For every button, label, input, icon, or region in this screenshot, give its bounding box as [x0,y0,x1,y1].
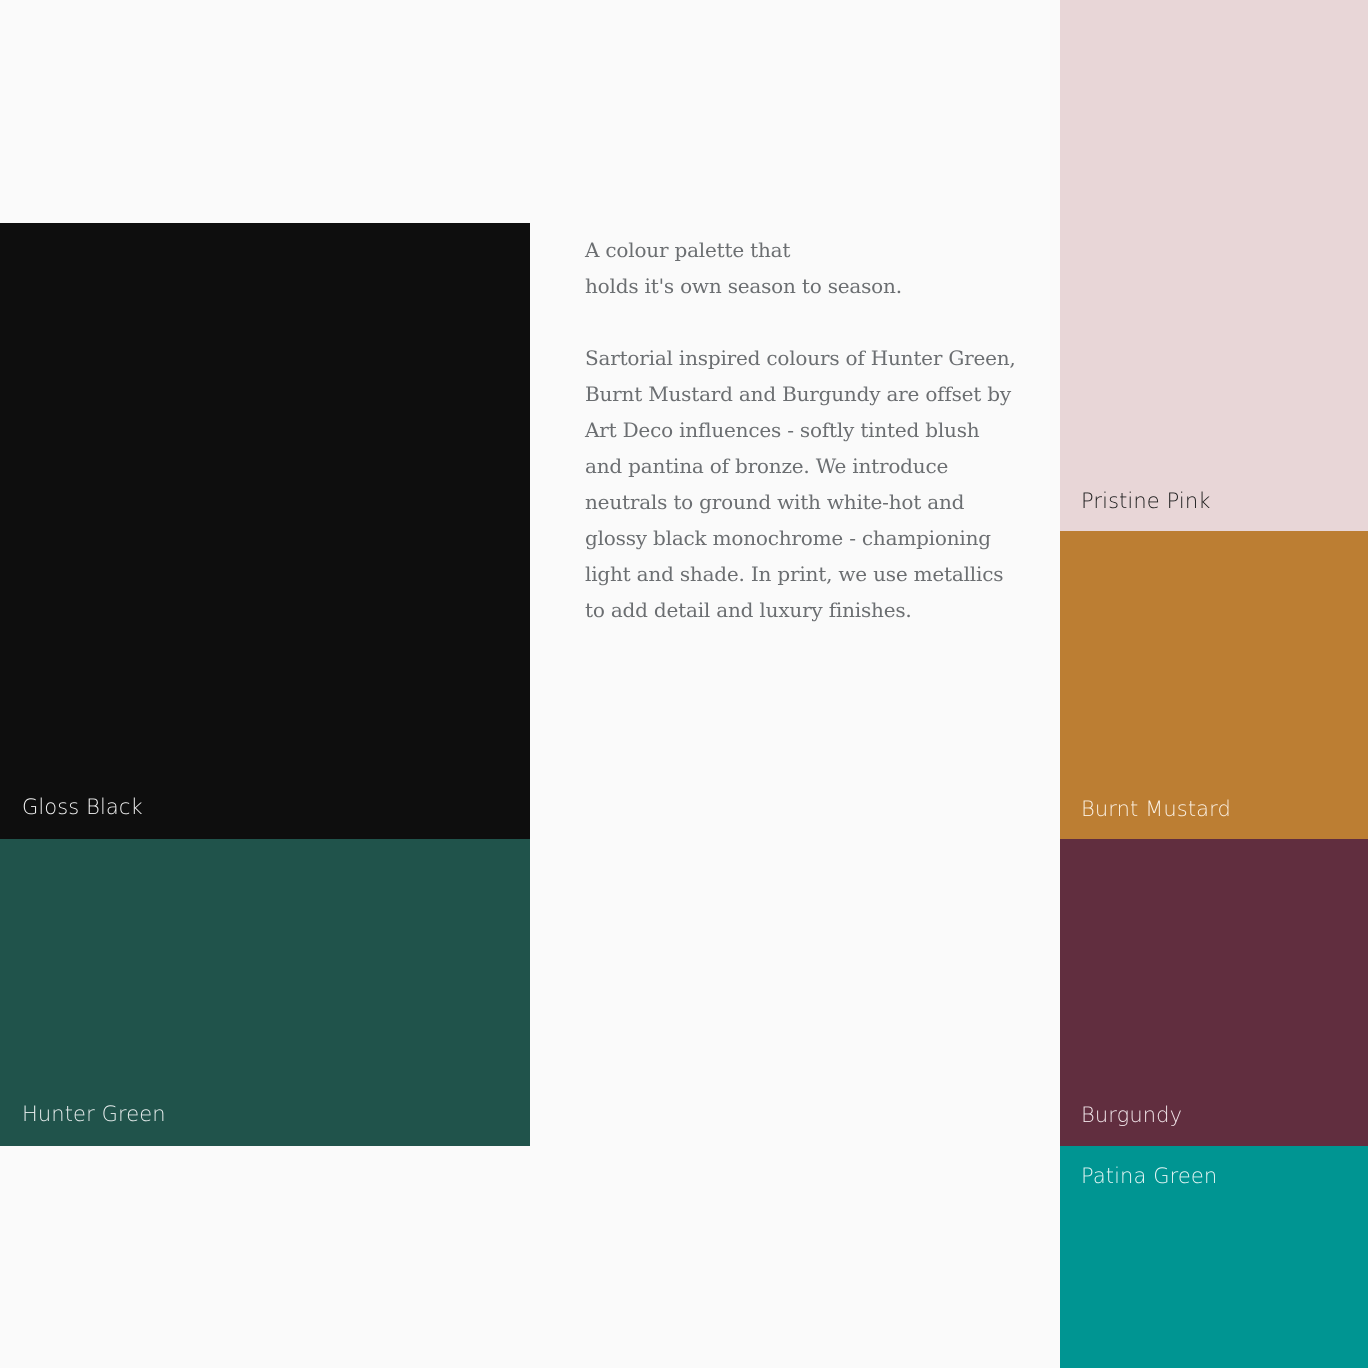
palette-description: A colour palette that holds it's own sea… [585,232,1025,628]
intro-text: A colour palette that holds it's own sea… [585,238,902,298]
swatch-burgundy [1060,839,1368,1146]
swatch-burnt-mustard [1060,531,1368,839]
body-text: Sartorial inspired colours of Hunter Gre… [585,346,1016,622]
swatch-patina-green [1060,1146,1368,1368]
swatch-pristine-pink [1060,0,1368,531]
swatch-hunter-green [0,839,530,1146]
swatch-gloss-black [0,223,530,839]
